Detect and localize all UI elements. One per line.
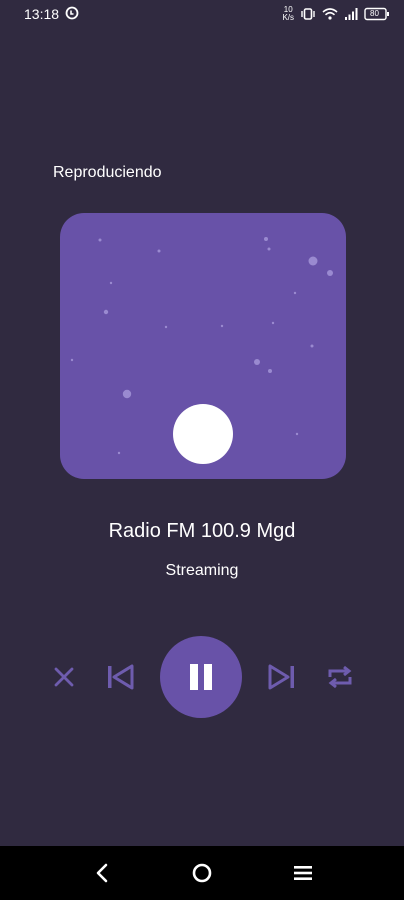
battery-icon: 80 — [364, 7, 390, 21]
network-speed-unit: K/s — [282, 13, 294, 22]
status-bar: 13:18 10 K/s 80 — [0, 0, 404, 28]
battery-level: 80 — [370, 9, 379, 18]
vibrate-icon — [300, 7, 316, 21]
player-screen: 13:18 10 K/s 80 Reproduciendo Radio FM 1… — [0, 0, 404, 900]
home-icon — [192, 863, 212, 883]
station-subtitle: Streaming — [165, 562, 239, 579]
nav-back-button[interactable] — [72, 846, 132, 900]
network-speed: 10 K/s — [282, 6, 294, 22]
shuffle-icon — [54, 667, 74, 687]
repeat-icon — [328, 665, 352, 689]
skip-previous-icon — [108, 664, 134, 690]
skip-next-icon — [268, 664, 294, 690]
play-pause-button[interactable] — [160, 636, 242, 718]
status-left: 13:18 — [24, 6, 79, 23]
station-title: Radio FM 100.9 Mgd — [108, 520, 296, 542]
system-navigation-bar — [0, 846, 404, 900]
playback-controls — [0, 636, 404, 718]
pause-icon — [190, 664, 212, 690]
repeat-button[interactable] — [320, 636, 360, 718]
back-icon — [96, 863, 108, 883]
signal-icon — [344, 7, 358, 21]
nav-recents-button[interactable] — [273, 846, 333, 900]
next-button[interactable] — [262, 636, 302, 718]
artwork-illustration — [70, 237, 333, 464]
status-time: 13:18 — [24, 6, 60, 22]
wifi-icon — [322, 7, 338, 21]
menu-icon — [294, 866, 312, 880]
nav-home-button[interactable] — [172, 846, 232, 900]
previous-button[interactable] — [100, 636, 140, 718]
status-right: 10 K/s 80 — [282, 6, 390, 22]
shuffle-button[interactable] — [44, 636, 84, 718]
album-artwork — [60, 213, 346, 479]
media-status-icon — [65, 6, 79, 23]
now-playing-label: Reproduciendo — [53, 164, 162, 181]
